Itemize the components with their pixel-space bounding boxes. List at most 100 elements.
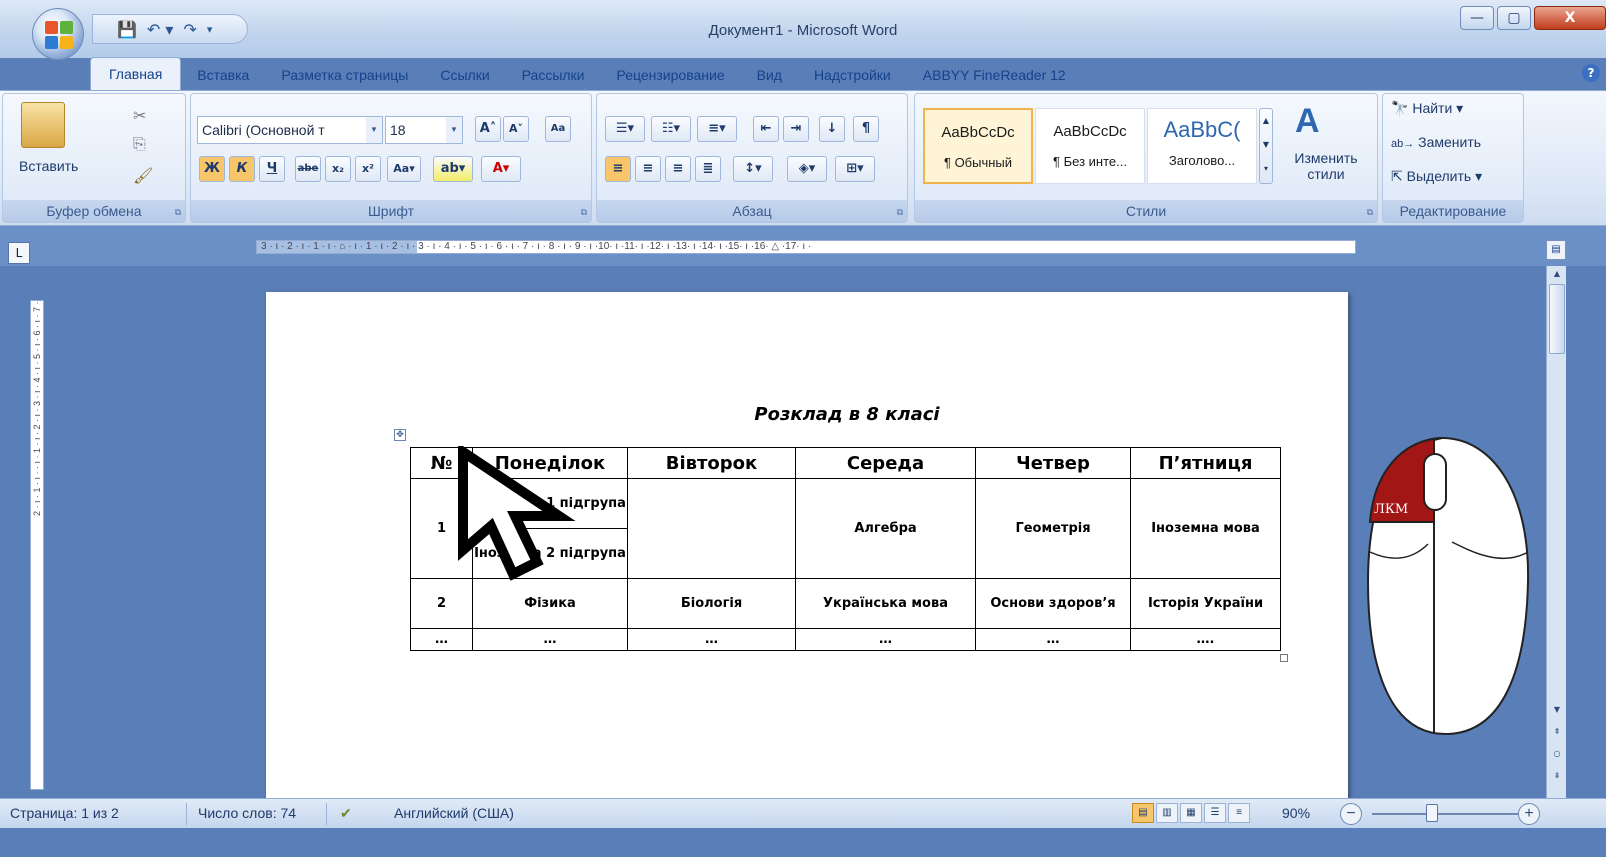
style-no-spacing[interactable]: AaBbCcDc ¶ Без инте...	[1035, 108, 1145, 184]
page-count[interactable]: Страница: 1 из 2	[10, 805, 119, 821]
tab-insert[interactable]: Вставка	[181, 60, 265, 90]
paste-icon[interactable]	[21, 102, 65, 148]
replace-button[interactable]: ab→ Заменить	[1391, 134, 1481, 150]
align-right-button[interactable]: ≡	[665, 156, 691, 182]
table-cell[interactable]: Основи здоров’я	[975, 578, 1131, 629]
zoom-slider[interactable]	[1372, 813, 1522, 815]
styles-launcher-icon[interactable]: ⧉	[1367, 208, 1373, 218]
word-count[interactable]: Число слов: 74	[198, 805, 296, 821]
tab-page-layout[interactable]: Разметка страницы	[265, 60, 424, 90]
help-icon[interactable]: ?	[1582, 64, 1600, 82]
find-button[interactable]: 🔭 Найти ▾	[1391, 100, 1463, 117]
superscript-button[interactable]: x²	[355, 156, 381, 182]
clear-formatting-button[interactable]: Aa	[545, 116, 571, 142]
close-button[interactable]: X	[1534, 6, 1606, 30]
table-cell[interactable]: 2	[410, 578, 473, 629]
vertical-scrollbar[interactable]: ▲ ▼ ⇞ ○ ⇟	[1546, 266, 1566, 798]
header-cell[interactable]: Вівторок	[627, 447, 796, 479]
paste-button[interactable]: Вставить	[19, 158, 78, 174]
table-cell[interactable]: …	[410, 628, 473, 651]
table-cell[interactable]: Геометрія	[975, 478, 1131, 579]
format-painter-icon[interactable]: 🖌	[133, 166, 153, 186]
table-cell[interactable]: Біологія	[627, 578, 796, 629]
multilevel-list-button[interactable]: ≡▾	[697, 116, 737, 142]
tab-review[interactable]: Рецензирование	[601, 60, 741, 90]
language[interactable]: Английский (США)	[394, 805, 514, 821]
increase-indent-button[interactable]: ⇥	[783, 116, 809, 142]
cut-icon[interactable]: ✂	[133, 106, 146, 126]
paragraph-launcher-icon[interactable]: ⧉	[897, 208, 903, 218]
scroll-up-icon[interactable]: ▲	[1547, 266, 1567, 282]
line-spacing-button[interactable]: ↕▾	[733, 156, 773, 182]
tab-selector[interactable]: L	[8, 242, 30, 264]
numbering-button[interactable]: ☷▾	[651, 116, 691, 142]
table-cell[interactable]: Історія України	[1130, 578, 1281, 629]
table-cell[interactable]	[627, 478, 796, 579]
table-cell[interactable]: …	[472, 628, 628, 651]
justify-button[interactable]: ≣	[695, 156, 721, 182]
header-cell[interactable]: П’ятниця	[1130, 447, 1281, 479]
shading-button[interactable]: ◈▾	[787, 156, 827, 182]
proofing-icon[interactable]: ✔	[340, 805, 352, 822]
change-styles-button[interactable]: Изменить стили	[1281, 150, 1371, 182]
table-cell[interactable]: …	[795, 628, 976, 651]
horizontal-ruler[interactable]: 3 · ı · 2 · ı · 1 · ı · ⌂ · ı · 1 · ı · …	[256, 240, 1356, 254]
table-cell[interactable]: Українська мова	[795, 578, 976, 629]
full-screen-icon[interactable]: ▥	[1156, 803, 1178, 823]
table-cell[interactable]: Фізика	[472, 578, 628, 629]
prev-page-icon[interactable]: ⇞	[1547, 724, 1567, 740]
header-cell[interactable]: Четвер	[975, 447, 1131, 479]
font-launcher-icon[interactable]: ⧉	[581, 208, 587, 218]
table-move-handle-icon[interactable]: ✥	[394, 429, 406, 441]
show-marks-button[interactable]: ¶	[853, 116, 879, 142]
table-cell[interactable]: Іноземна мова	[1130, 478, 1281, 579]
zoom-out-icon[interactable]: −	[1340, 803, 1362, 825]
table-resize-handle[interactable]	[1280, 654, 1288, 662]
draft-icon[interactable]: ≡	[1228, 803, 1250, 823]
maximize-button[interactable]: ▢	[1497, 6, 1531, 30]
tab-mailings[interactable]: Рассылки	[506, 60, 601, 90]
bullets-button[interactable]: ☰▾	[605, 116, 645, 142]
vertical-ruler[interactable]: 2 · ı · 1 · ı · · ı · 1 · ı · 2 · ı · 3 …	[30, 300, 44, 790]
change-case-button[interactable]: Aa▾	[387, 156, 421, 182]
view-ruler-icon[interactable]: ▤	[1546, 240, 1566, 260]
shrink-font-button[interactable]: A˅	[503, 116, 529, 142]
styles-scroll-button[interactable]: ▲ ▼ ▾	[1259, 108, 1273, 184]
zoom-slider-thumb[interactable]	[1426, 804, 1438, 822]
change-styles-icon[interactable]: A	[1295, 102, 1320, 141]
header-cell[interactable]: Середа	[795, 447, 976, 479]
copy-icon[interactable]: ⎘	[133, 136, 146, 154]
print-layout-icon[interactable]: ▤	[1132, 803, 1154, 823]
font-color-button[interactable]: A▾	[481, 156, 521, 182]
italic-button[interactable]: К	[229, 156, 255, 182]
style-heading[interactable]: AaBbC( Заголово...	[1147, 108, 1257, 184]
tab-addins[interactable]: Надстройки	[798, 60, 907, 90]
select-button[interactable]: ⇱ Выделить ▾	[1391, 168, 1482, 185]
table-cell[interactable]: ….	[1130, 628, 1281, 651]
decrease-indent-button[interactable]: ⇤	[753, 116, 779, 142]
subscript-button[interactable]: x₂	[325, 156, 351, 182]
browse-object-icon[interactable]: ○	[1547, 746, 1567, 762]
zoom-level[interactable]: 90%	[1282, 805, 1310, 821]
web-layout-icon[interactable]: ▦	[1180, 803, 1202, 823]
scroll-down-icon[interactable]: ▼	[1547, 702, 1567, 718]
tab-abbyy[interactable]: ABBYY FineReader 12	[907, 60, 1082, 90]
font-size-combo[interactable]: 18 ▼	[385, 116, 463, 144]
borders-button[interactable]: ⊞▾	[835, 156, 875, 182]
next-page-icon[interactable]: ⇟	[1547, 768, 1567, 784]
bold-button[interactable]: Ж	[199, 156, 225, 182]
font-name-combo[interactable]: Calibri (Основной т ▼	[197, 116, 383, 144]
scroll-thumb[interactable]	[1549, 284, 1565, 354]
outline-icon[interactable]: ☰	[1204, 803, 1226, 823]
clipboard-launcher-icon[interactable]: ⧉	[175, 208, 181, 218]
table-cell[interactable]: …	[627, 628, 796, 651]
tab-home[interactable]: Главная	[90, 57, 182, 90]
document-page[interactable]: Розклад в 8 класі ✥ № Понеділок Вівторок…	[266, 292, 1348, 812]
align-center-button[interactable]: ≡	[635, 156, 661, 182]
zoom-in-icon[interactable]: +	[1518, 803, 1540, 825]
sort-button[interactable]: ↓	[819, 116, 845, 142]
align-left-button[interactable]: ≡	[605, 156, 631, 182]
table-cell[interactable]: Алгебра	[795, 478, 976, 579]
office-button[interactable]	[32, 8, 84, 60]
grow-font-button[interactable]: A˄	[475, 116, 501, 142]
